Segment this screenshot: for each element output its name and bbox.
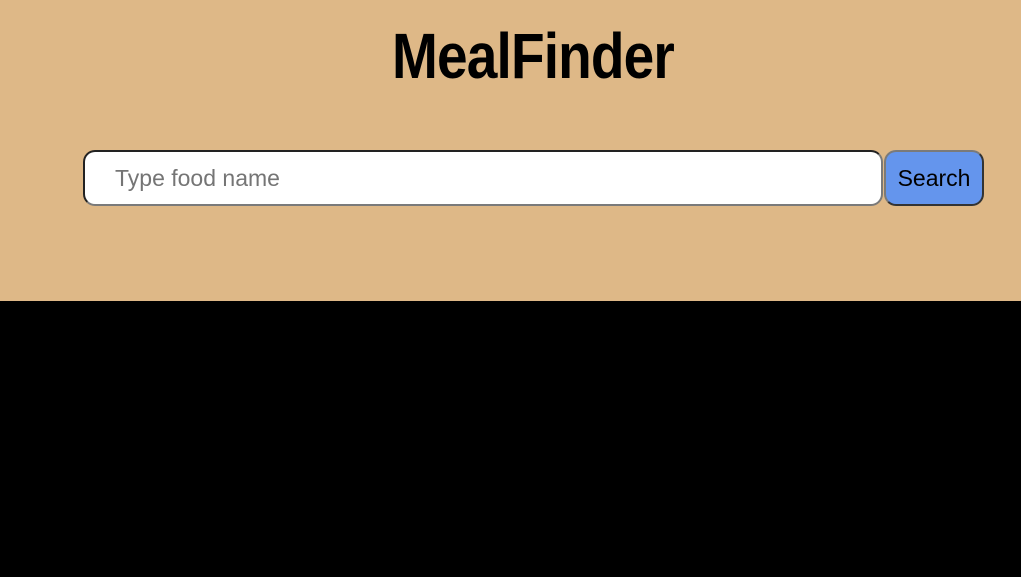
search-button[interactable]: Search xyxy=(884,150,984,206)
header: MealFinder Search xyxy=(0,0,1021,301)
search-form: Search xyxy=(83,150,984,206)
search-input[interactable] xyxy=(83,150,883,206)
page: MealFinder Search xyxy=(0,0,1021,577)
app-title: MealFinder xyxy=(392,20,675,92)
